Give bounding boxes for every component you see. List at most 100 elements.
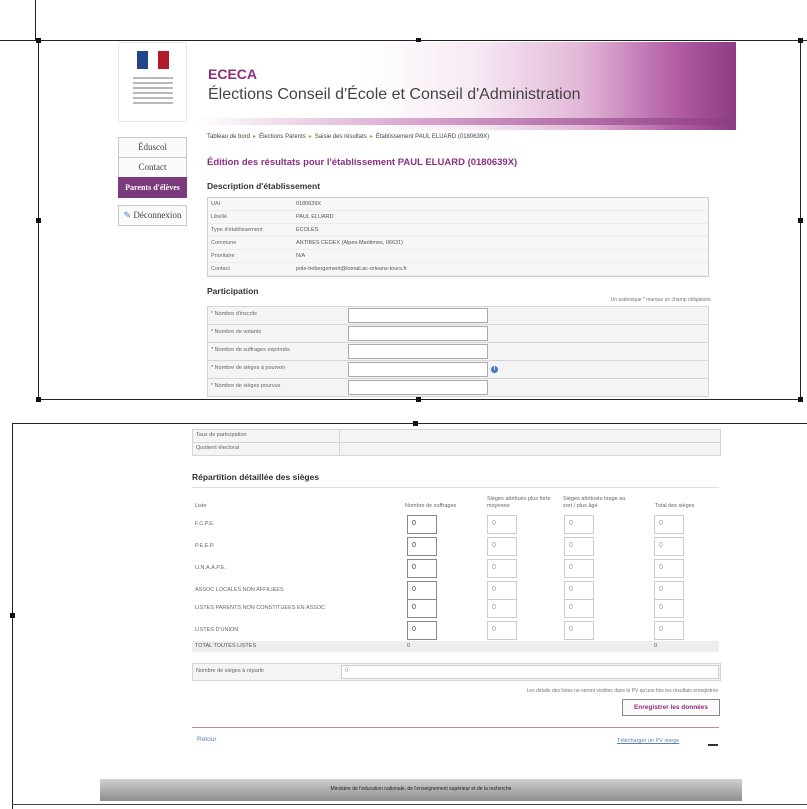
row-key: Type d'établissement [211,227,263,233]
list-name: LISTES D'UNION [195,627,239,633]
tirage-field: 0 [564,515,594,534]
breadcrumb-item[interactable]: Tableau de bord [207,134,250,140]
description-title: Description d'établissement [207,181,321,191]
results-divider [339,429,340,455]
field-label: * Nombre d'inscrits [211,311,257,317]
window-top-border [0,40,807,41]
suffrages-input[interactable] [348,344,488,359]
list-name: LISTES PARENTS NON CONSTITUEES EN ASSOC [195,605,326,611]
field-label: Nombre de sièges à répartir [196,668,265,674]
suffrages-input[interactable]: 0 [407,559,437,578]
bottom-panel-top-border [12,423,807,424]
resize-handle[interactable] [10,613,15,618]
resize-handle[interactable] [798,38,803,43]
table-row: Contact pole-hebergement@lomail.ac-orlean… [208,263,708,276]
totals-sieges: 0 [654,643,658,649]
suffrages-input[interactable]: 0 [407,515,437,534]
list-row: LISTES D'UNION 0 0 0 0 [192,619,719,641]
resize-handle[interactable] [416,397,421,402]
list-row: P.E.E.P. 0 0 0 0 [192,535,719,557]
row-key: UAI [211,201,221,207]
back-link[interactable]: Retour [197,736,217,743]
resize-handle[interactable] [798,397,803,402]
list-row: LISTES PARENTS NON CONSTITUEES EN ASSOC … [192,597,719,619]
app-full-title: Élections Conseil d'École et Conseil d'A… [208,86,581,103]
forte-moyenne-field: 0 [487,599,517,618]
seats-to-distribute-field: 0 [341,665,719,679]
sieges-pourvoir-input[interactable] [348,362,488,377]
row-key: Commune [211,240,237,246]
totals-suffrages: 0 [407,643,411,649]
field-label: * Nombre de sièges à pourvoir [211,365,286,371]
nav-parents[interactable]: Parents d'élèves [118,177,187,198]
download-pv-link[interactable]: Télécharger un PV vierge [617,738,679,744]
forte-moyenne-field: 0 [487,559,517,578]
row-key: Prioritaire [211,253,235,259]
row-key: Contact [211,266,230,272]
resize-handle[interactable] [36,38,41,43]
row-key: Libellé [211,214,227,220]
breadcrumb-item[interactable]: Élections Parents [259,134,306,140]
suffrages-input[interactable]: 0 [407,537,437,556]
resize-handle[interactable] [413,421,418,426]
tirage-field: 0 [564,599,594,618]
info-icon[interactable]: i [491,366,498,373]
resize-handle[interactable] [36,397,41,402]
row-value: N/A [296,253,306,259]
results-row: Taux de participation [192,429,721,443]
field-label: Quotient électoral [196,445,240,451]
sieges-pourvus-input[interactable] [348,380,488,395]
taskbar-line [12,804,807,805]
nav-eduscol[interactable]: Éduscol [118,137,187,158]
totals-row: TOTAL TOUTES LISTES 0 0 [192,641,719,652]
resize-handle[interactable] [36,218,41,223]
list-name: U.N.A.A.P.E. [195,565,227,571]
row-value: ECOLES [296,227,319,233]
table-row: Prioritaire N/A [208,250,708,263]
nav-contact[interactable]: Contact [118,157,187,178]
field-label: * Nombre de votants [211,329,262,335]
pencil-icon: ✎ [123,210,132,220]
chevron-right-icon: ▸ [308,134,312,140]
participation-row: * Nombre de sièges pourvus [207,378,709,397]
suffrages-input[interactable]: 0 [407,621,437,640]
app-short-title: ECECA [208,66,258,82]
col-header-liste: Liste [195,503,207,509]
save-button[interactable]: Enregistrer les données [622,699,720,716]
header-accent-bar [196,118,736,125]
table-row: Commune ANTIBES CEDEX (Alpes-Maritimes, 0… [208,237,708,250]
field-label: * Nombre de suffrages exprimés [211,347,290,353]
table-row: Libellé PAUL ELUARD [208,211,708,224]
list-row: F.C.P.E. 0 0 0 0 [192,513,719,535]
list-row: U.N.A.A.P.E. 0 0 0 0 [192,557,719,579]
section-divider [192,727,719,728]
totals-label: TOTAL TOUTES LISTES [195,643,257,649]
breadcrumb-item[interactable]: Saisie des résultats [315,134,367,140]
tirage-field: 0 [564,537,594,556]
row-value: PAUL ELUARD [296,214,334,220]
row-value: pole-hebergement@lomail.ac-orleans-tours… [296,266,407,272]
table-row: UAI 0180639X [208,198,708,211]
total-field: 0 [654,599,684,618]
french-flag-icon [137,51,170,69]
total-field: 0 [654,537,684,556]
resize-handle[interactable] [798,218,803,223]
participation-row: * Nombre de suffrages exprimés [207,342,709,361]
suffrages-input[interactable]: 0 [407,599,437,618]
ministry-logo [118,42,187,122]
votants-input[interactable] [348,326,488,341]
logout-button[interactable]: ✎ Déconnexion [118,205,187,226]
bottom-note: Les détails des listes ne seront visible… [526,688,718,694]
footer-bar: Ministère de l'éducation nationale, de l… [100,779,742,801]
inscrits-input[interactable] [348,308,488,323]
download-icon[interactable] [708,736,718,746]
forte-moyenne-field: 0 [487,537,517,556]
page-title: Édition des résultats pour l'établisseme… [207,157,518,168]
footer-text: Ministère de l'éducation nationale, de l… [330,786,512,792]
total-field: 0 [654,559,684,578]
participation-title: Participation [207,286,259,296]
forte-moyenne-field: 0 [487,515,517,534]
col-header-forte-moyenne: Sièges attribués plus forte moyenne [487,496,551,509]
forte-moyenne-field: 0 [487,621,517,640]
chevron-right-icon: ▸ [369,134,373,140]
